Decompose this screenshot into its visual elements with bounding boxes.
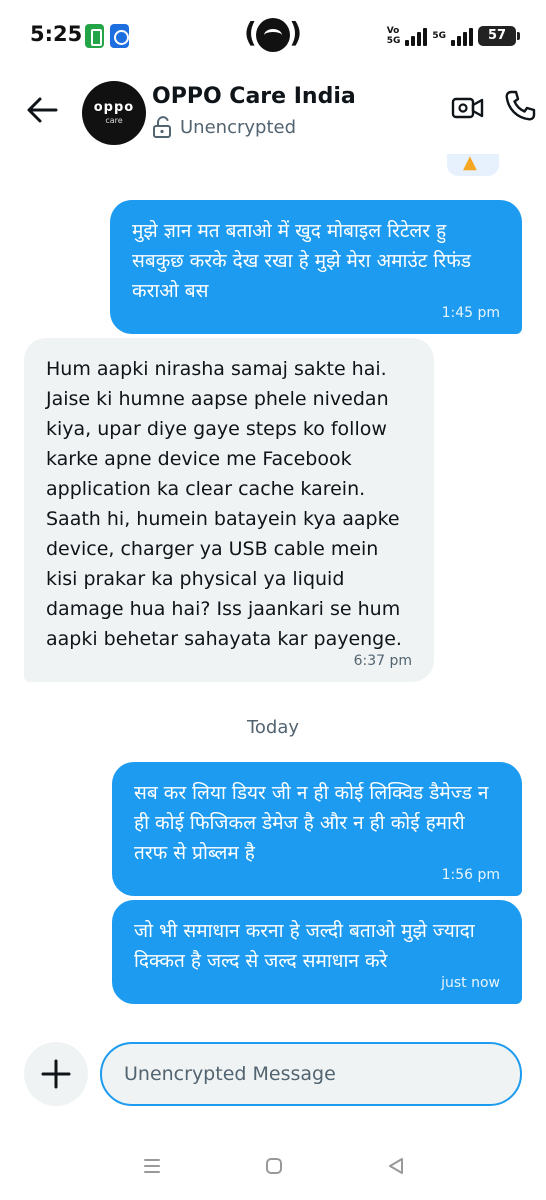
signal-icon-sim2 [451,26,473,46]
unlocked-padlock-icon [153,116,171,138]
message-text: मुझे ज्ञान मत बताओ में खुद मोबाइल रिटेलर… [132,220,471,302]
avatar[interactable]: oppo care [82,81,146,145]
system-navigation-bar [0,1138,546,1200]
message-input[interactable] [100,1042,522,1106]
encryption-status: Unencrypted [152,114,296,140]
status-time: 5:25 [30,22,83,46]
back-button[interactable] [22,90,62,130]
message-text: Hum aapki nirasha samaj sakte hai. Jaise… [46,358,402,650]
battery-saver-notification-icon [85,24,104,48]
network-type: 5G [432,31,446,41]
home-icon[interactable] [264,1156,284,1176]
volte-indicator: Vo 5G [387,26,401,46]
phone-icon[interactable] [502,88,538,124]
recent-apps-icon[interactable] [142,1156,162,1176]
message-list[interactable]: ▲ मुझे ज्ञान मत बताओ में खुद मोबाइल रिटे… [0,154,546,1032]
battery-icon: 57 [478,26,520,46]
thumbs-up-icon: ▲ [463,154,477,173]
hotspot-icon: ( ) [244,16,302,54]
encryption-label: Unencrypted [180,116,296,138]
contact-name[interactable]: OPPO Care India [152,84,356,109]
message-timestamp: just now [441,975,500,991]
reaction-chip[interactable]: ▲ [447,154,499,176]
message-bubble-outgoing[interactable]: सब कर लिया डियर जी न ही कोई लिक्विड डैमे… [112,762,522,896]
message-text: जो भी समाधान करना हे जल्दी बताओ मुझे ज्य… [134,920,475,972]
plus-icon [41,1059,71,1089]
back-triangle-icon[interactable] [386,1156,406,1176]
message-timestamp: 1:56 pm [441,867,500,883]
message-composer [0,1032,546,1122]
message-bubble-outgoing[interactable]: मुझे ज्ञान मत बताओ में खुद मोबाइल रिटेलर… [110,200,522,334]
volte-top: Vo [386,26,400,36]
add-attachment-button[interactable] [24,1042,88,1106]
message-bubble-outgoing[interactable]: जो भी समाधान करना हे जल्दी बताओ मुझे ज्य… [112,900,522,1004]
avatar-brand: oppo [93,100,135,115]
avatar-sub: care [105,116,123,125]
message-timestamp: 6:37 pm [353,653,412,669]
message-timestamp: 1:45 pm [441,305,500,321]
status-right-icons: Vo 5G 5G 57 [387,22,520,50]
message-bubble-incoming[interactable]: Hum aapki nirasha samaj sakte hai. Jaise… [24,338,434,682]
message-text: सब कर लिया डियर जी न ही कोई लिक्विड डैमे… [134,782,489,864]
app-notification-icon [110,24,129,48]
day-separator: Today [246,717,300,738]
volte-bottom: 5G [386,36,401,46]
arrow-left-icon [27,97,58,123]
conversation-header: oppo care OPPO Care India Unencrypted [0,72,546,154]
status-bar: 5:25 ( ) Vo 5G 5G 57 [0,0,546,72]
signal-icon-sim1 [405,26,428,46]
video-camera-icon[interactable] [450,90,486,126]
